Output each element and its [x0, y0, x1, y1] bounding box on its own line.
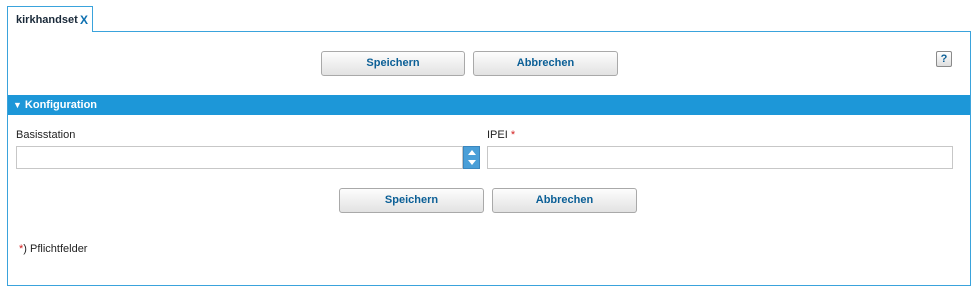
basisstation-stepper[interactable]	[463, 146, 480, 169]
ipei-label: IPEI *	[487, 129, 515, 141]
cancel-button-top[interactable]: Abbrechen	[473, 51, 618, 76]
tab-label[interactable]: kirkhandset	[16, 14, 78, 26]
cancel-button-bottom[interactable]: Abbrechen	[492, 188, 637, 213]
required-marker: *	[510, 129, 516, 141]
basisstation-label: Basisstation	[16, 129, 76, 141]
note-text: ) Pflichtfelder	[23, 243, 88, 255]
save-button-top[interactable]: Speichern	[321, 51, 465, 76]
required-fields-note: *) Pflichtfelder	[19, 243, 87, 255]
ipei-label-text: IPEI	[487, 129, 508, 141]
save-button-bottom[interactable]: Speichern	[339, 188, 484, 213]
basisstation-field[interactable]	[16, 146, 463, 169]
section-header-konfiguration[interactable]: ▼ Konfiguration	[8, 95, 970, 115]
help-button[interactable]: ?	[936, 51, 952, 67]
arrow-down-icon[interactable]	[468, 160, 476, 165]
arrow-up-icon[interactable]	[468, 150, 476, 155]
content-panel: Speichern Abbrechen ? ▼ Konfiguration Bas…	[7, 31, 971, 286]
question-icon: ?	[940, 53, 948, 65]
tab-kirkhandset[interactable]: kirkhandset X	[7, 6, 93, 32]
section-title: Konfiguration	[24, 99, 98, 111]
ipei-field[interactable]	[487, 146, 953, 169]
tab-close-button[interactable]: X	[80, 13, 88, 27]
chevron-down-icon: ▼	[13, 100, 22, 110]
